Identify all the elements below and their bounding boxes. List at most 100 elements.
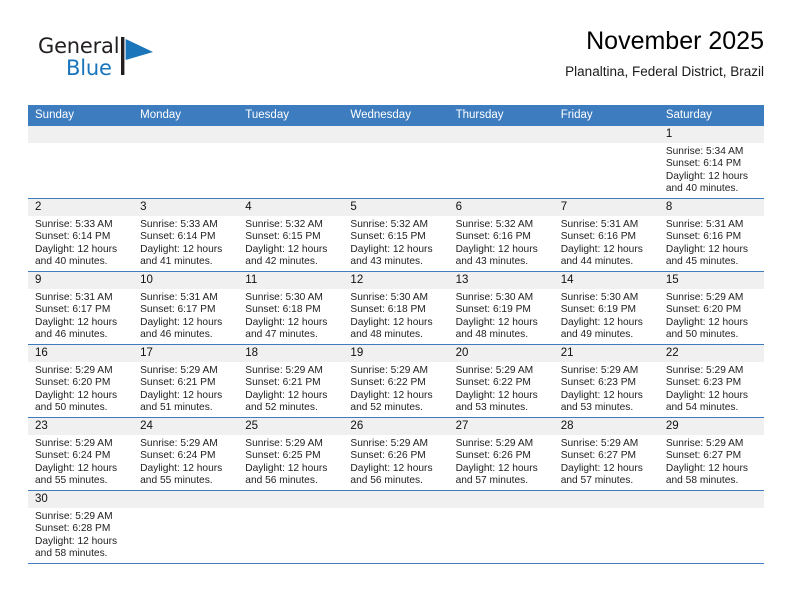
daylight-text-line2: and 45 minutes. [665,255,739,267]
daylight-text-line1: Daylight: 12 hours [245,389,328,401]
calendar-day-cell-empty [133,126,239,199]
calendar-grid: Sunday Monday Tuesday Wednesday Thursday… [28,105,764,564]
calendar-day-cell[interactable]: 29 Sunrise: 5:29 AM Sunset: 6:27 PM Dayligh… [658,417,764,491]
daylight-text-line1: Daylight: 12 hours [245,462,328,474]
sunrise-text: Sunrise: 5:34 AM [665,146,744,157]
calendar-day-cell[interactable]: 21 Sunrise: 5:29 AM Sunset: 6:23 PM Dayligh… [553,344,659,418]
daylight-text-line2: and 51 minutes. [140,401,213,413]
day-number [553,126,659,143]
daylight-text-line2: and 43 minutes. [455,255,529,267]
calendar-day-cell[interactable]: 12 Sunrise: 5:30 AM Sunset: 6:18 PM Dayligh… [343,271,449,345]
calendar-day-cell[interactable]: 1 Sunrise: 5:34 AM Sunset: 6:14 PM Daylight… [658,126,764,199]
calendar-week-row: 16 Sunrise: 5:29 AM Sunset: 6:20 PM Dayligh… [28,344,764,418]
daylight-text-line1: Daylight: 12 hours [455,389,538,401]
daylight-text-line1: Daylight: 12 hours [350,243,433,255]
sunrise-text: Sunrise: 5:29 AM [35,511,113,522]
day-number: 18 [238,345,344,362]
page-subtitle: Planaltina, Federal District, Brazil [565,64,764,79]
calendar-day-cell[interactable]: 13 Sunrise: 5:30 AM Sunset: 6:19 PM Dayligh… [448,271,554,345]
daylight-text-line2: and 47 minutes. [245,328,318,340]
sunset-text: Sunset: 6:16 PM [665,231,742,243]
day-number [448,126,554,143]
day-number: 23 [28,418,134,435]
day-cell-inner: 18 Sunrise: 5:29 AM Sunset: 6:21 PM Dayligh… [238,345,344,417]
calendar-day-cell-empty [343,490,449,564]
calendar-day-cell[interactable]: 6 Sunrise: 5:32 AM Sunset: 6:16 PM Daylight… [448,198,554,272]
calendar-day-cell[interactable]: 9 Sunrise: 5:31 AM Sunset: 6:17 PM Daylight… [28,271,134,345]
calendar-day-cell[interactable]: 3 Sunrise: 5:33 AM Sunset: 6:14 PM Daylight… [133,198,239,272]
sunset-text: Sunset: 6:19 PM [560,304,637,316]
sunset-text: Sunset: 6:27 PM [560,450,637,462]
calendar-day-cell[interactable]: 28 Sunrise: 5:29 AM Sunset: 6:27 PM Dayligh… [553,417,659,491]
calendar-day-cell[interactable]: 30 Sunrise: 5:29 AM Sunset: 6:28 PM Dayligh… [28,490,134,564]
day-cell-inner: 2 Sunrise: 5:33 AM Sunset: 6:14 PM Daylight… [28,199,134,271]
sunset-text: Sunset: 6:20 PM [35,377,111,389]
sunrise-text: Sunrise: 5:29 AM [140,365,218,376]
calendar-week-row: 30 Sunrise: 5:29 AM Sunset: 6:28 PM Dayligh… [28,490,764,564]
day-cell-inner: 6 Sunrise: 5:32 AM Sunset: 6:16 PM Daylight… [448,199,554,271]
calendar-day-cell[interactable]: 10 Sunrise: 5:31 AM Sunset: 6:17 PM Dayligh… [133,271,239,345]
page-title: November 2025 [586,27,764,55]
calendar-day-cell[interactable]: 20 Sunrise: 5:29 AM Sunset: 6:22 PM Dayligh… [448,344,554,418]
daylight-text-line2: and 56 minutes. [350,474,423,486]
day-cell-inner: 7 Sunrise: 5:31 AM Sunset: 6:16 PM Daylight… [553,199,659,271]
day-number: 26 [343,418,449,435]
day-cell-inner: 26 Sunrise: 5:29 AM Sunset: 6:26 PM Dayligh… [343,418,449,490]
daylight-text-line2: and 54 minutes. [665,401,739,413]
day-details: Sunrise: 5:29 AM Sunset: 6:25 PM Daylight:… [238,435,343,487]
daylight-text-line1: Daylight: 12 hours [35,389,118,401]
calendar-day-cell[interactable]: 27 Sunrise: 5:29 AM Sunset: 6:26 PM Dayligh… [448,417,554,491]
calendar-day-cell[interactable]: 11 Sunrise: 5:30 AM Sunset: 6:18 PM Dayligh… [238,271,344,345]
day-cell-inner: 14 Sunrise: 5:30 AM Sunset: 6:19 PM Dayligh… [553,272,659,344]
day-number [343,126,449,143]
calendar-day-cell[interactable]: 14 Sunrise: 5:30 AM Sunset: 6:19 PM Dayligh… [553,271,659,345]
calendar-day-cell[interactable]: 26 Sunrise: 5:29 AM Sunset: 6:26 PM Dayligh… [343,417,449,491]
sunset-text: Sunset: 6:17 PM [35,304,111,316]
daylight-text-line2: and 46 minutes. [35,328,108,340]
day-number: 11 [238,272,344,289]
daylight-text-line1: Daylight: 12 hours [350,462,433,474]
weekday-header-thursday: Thursday [448,105,554,126]
day-cell-inner: 9 Sunrise: 5:31 AM Sunset: 6:17 PM Daylight… [28,272,134,344]
calendar-day-cell[interactable]: 17 Sunrise: 5:29 AM Sunset: 6:21 PM Dayligh… [133,344,239,418]
day-details: Sunrise: 5:29 AM Sunset: 6:26 PM Daylight:… [343,435,448,487]
daylight-text-line2: and 53 minutes. [455,401,529,413]
day-number: 10 [133,272,239,289]
calendar-day-cell[interactable]: 2 Sunrise: 5:33 AM Sunset: 6:14 PM Daylight… [28,198,134,272]
daylight-text-line1: Daylight: 12 hours [560,316,643,328]
calendar-day-cell[interactable]: 25 Sunrise: 5:29 AM Sunset: 6:25 PM Dayligh… [238,417,344,491]
weekday-header-tuesday: Tuesday [238,105,344,126]
calendar-day-cell[interactable]: 15 Sunrise: 5:29 AM Sunset: 6:20 PM Dayligh… [658,271,764,345]
day-cell-inner [28,126,134,198]
daylight-text-line1: Daylight: 12 hours [140,389,223,401]
calendar-day-cell[interactable]: 23 Sunrise: 5:29 AM Sunset: 6:24 PM Dayligh… [28,417,134,491]
daylight-text-line2: and 55 minutes. [140,474,213,486]
day-number: 19 [343,345,449,362]
daylight-text-line2: and 41 minutes. [140,255,213,267]
daylight-text-line1: Daylight: 12 hours [245,316,328,328]
calendar-day-cell[interactable]: 8 Sunrise: 5:31 AM Sunset: 6:16 PM Daylight… [658,198,764,272]
daylight-text-line2: and 42 minutes. [245,255,318,267]
calendar-day-cell[interactable]: 24 Sunrise: 5:29 AM Sunset: 6:24 PM Dayligh… [133,417,239,491]
day-number: 20 [448,345,554,362]
calendar-day-cell-empty [238,126,344,199]
weekday-header-saturday: Saturday [658,105,764,126]
day-number: 7 [553,199,659,216]
day-details: Sunrise: 5:33 AM Sunset: 6:14 PM Daylight:… [28,216,133,268]
calendar-day-cell[interactable]: 16 Sunrise: 5:29 AM Sunset: 6:20 PM Dayligh… [28,344,134,418]
day-details: Sunrise: 5:30 AM Sunset: 6:18 PM Daylight:… [343,289,448,341]
calendar-day-cell[interactable]: 22 Sunrise: 5:29 AM Sunset: 6:23 PM Dayligh… [658,344,764,418]
calendar-day-cell[interactable]: 19 Sunrise: 5:29 AM Sunset: 6:22 PM Dayligh… [343,344,449,418]
daylight-text-line1: Daylight: 12 hours [665,316,748,328]
day-cell-inner [553,491,659,563]
general-blue-logo[interactable]: General Blue [38,34,178,90]
calendar-day-cell[interactable]: 4 Sunrise: 5:32 AM Sunset: 6:15 PM Daylight… [238,198,344,272]
calendar-day-cell[interactable]: 18 Sunrise: 5:29 AM Sunset: 6:21 PM Dayligh… [238,344,344,418]
calendar-day-cell[interactable]: 5 Sunrise: 5:32 AM Sunset: 6:15 PM Daylight… [343,198,449,272]
sunrise-text: Sunrise: 5:30 AM [350,292,429,303]
day-number: 27 [448,418,554,435]
title-block: November 2025 Planaltina, Federal Distri… [565,26,764,81]
calendar-day-cell[interactable]: 7 Sunrise: 5:31 AM Sunset: 6:16 PM Daylight… [553,198,659,272]
sunset-text: Sunset: 6:24 PM [140,450,216,462]
day-cell-inner: 23 Sunrise: 5:29 AM Sunset: 6:24 PM Dayligh… [28,418,134,490]
